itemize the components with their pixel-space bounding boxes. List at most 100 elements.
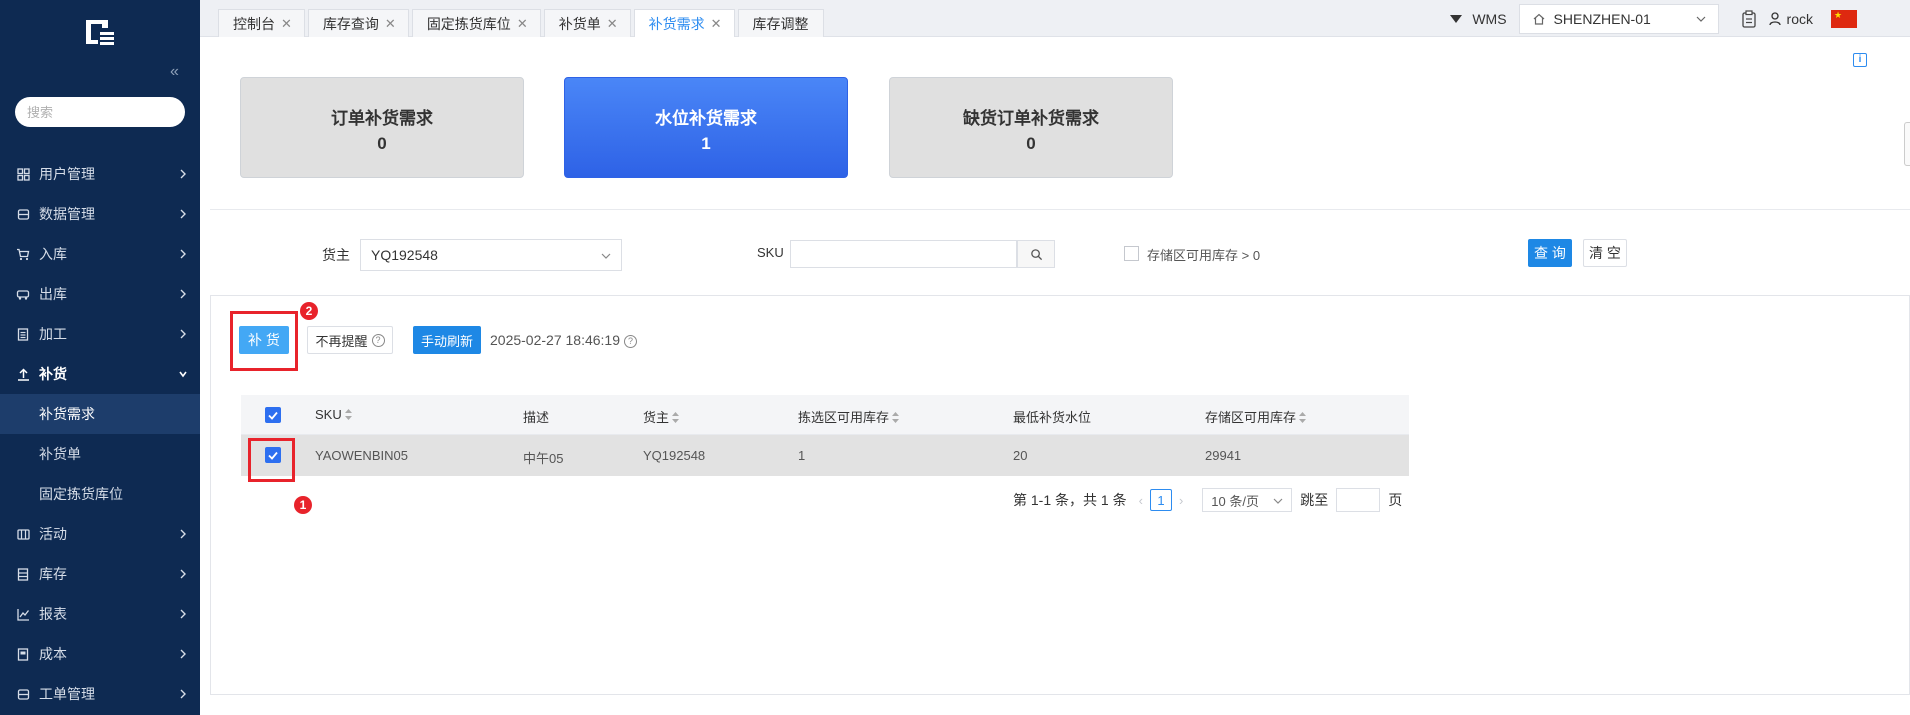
- header-label: 拣选区可用库存: [798, 410, 890, 425]
- no-remind-button[interactable]: 不再提醒?: [307, 326, 393, 354]
- sidebar-item-label: 出库: [39, 286, 67, 302]
- sidebar-item-label: 用户管理: [39, 166, 95, 182]
- close-icon[interactable]: ✕: [711, 16, 722, 32]
- sidebar-item-workorder[interactable]: 工单管理: [0, 674, 200, 714]
- query-button[interactable]: 查 询: [1528, 239, 1572, 267]
- chevron-down-icon: [1273, 498, 1283, 504]
- truck-icon: [15, 286, 31, 302]
- column-header-sku[interactable]: SKU: [315, 407, 352, 422]
- tab-inventory-adjust[interactable]: 库存调整: [737, 9, 824, 37]
- china-flag-icon[interactable]: ★: [1831, 9, 1857, 28]
- sidebar-search-input[interactable]: [27, 104, 203, 120]
- close-icon[interactable]: ✕: [281, 16, 292, 32]
- sidebar-item-user-management[interactable]: 用户管理: [0, 154, 200, 194]
- sort-icon: [344, 409, 352, 420]
- card-value: 0: [377, 134, 387, 153]
- owner-select[interactable]: YQ192548: [360, 239, 622, 271]
- user-menu[interactable]: rock: [1768, 10, 1813, 27]
- sort-icon: [672, 412, 680, 423]
- card-title: 水位补货需求: [655, 109, 757, 128]
- close-icon[interactable]: ✕: [517, 16, 528, 32]
- replenish-table: SKU 描述 货主 拣选区可用库存 最低补货水位 存储区可用库存 YAOWENB…: [241, 395, 1409, 476]
- storage-stock-filter-label: 存储区可用库存 > 0: [1147, 248, 1261, 263]
- sku-label: SKU: [757, 245, 784, 260]
- system-switcher[interactable]: WMS: [1450, 10, 1507, 27]
- sidebar-subitem-fixed-pick-location[interactable]: 固定拣货库位: [0, 474, 200, 514]
- sidebar-item-data-management[interactable]: 数据管理: [0, 194, 200, 234]
- sidebar-item-label: 补货: [39, 366, 67, 382]
- sidebar-item-activity[interactable]: 活动: [0, 514, 200, 554]
- chevron-right-icon: [180, 289, 186, 299]
- tab-replenish-demand[interactable]: 补货需求 ✕: [633, 9, 735, 37]
- help-icon: ?: [371, 333, 385, 347]
- page-number-current[interactable]: 1: [1149, 489, 1172, 511]
- storage-stock-checkbox[interactable]: [1124, 246, 1139, 261]
- column-header-min-level: 最低补货水位: [1013, 410, 1092, 425]
- sidebar-menu: 用户管理 数据管理 入库 出库 加工 补货 补货需求 补货单 固定拣货库位 活动…: [0, 154, 200, 714]
- column-header-desc: 描述: [523, 410, 550, 425]
- chevron-down-icon: [1696, 16, 1705, 22]
- sidebar-item-inbound[interactable]: 入库: [0, 234, 200, 274]
- tab-inventory-query[interactable]: 库存查询 ✕: [307, 9, 409, 37]
- clipboard-icon[interactable]: [1741, 9, 1757, 28]
- sidebar-item-label: 工单管理: [39, 686, 95, 702]
- next-page-icon[interactable]: ›: [1179, 493, 1183, 508]
- prev-page-icon[interactable]: ‹: [1139, 493, 1143, 508]
- sidebar-item-label: 加工: [39, 326, 67, 342]
- tab-label: 补货单: [558, 15, 601, 32]
- sidebar-item-outbound[interactable]: 出库: [0, 274, 200, 314]
- cell-storage-stock: 29941: [1205, 448, 1242, 463]
- no-remind-label: 不再提醒: [315, 333, 368, 349]
- chevron-right-icon: [180, 689, 186, 699]
- tab-fixed-pick-location[interactable]: 固定拣货库位 ✕: [411, 9, 541, 37]
- sidebar-item-replenishment[interactable]: 补货: [0, 354, 200, 394]
- collapse-sidebar-icon[interactable]: «: [170, 63, 179, 81]
- sidebar-item-inventory[interactable]: 库存: [0, 554, 200, 594]
- tab-console[interactable]: 控制台 ✕: [218, 9, 305, 37]
- sidebar-item-cost[interactable]: 成本: [0, 634, 200, 674]
- jump-page-input[interactable]: [1336, 488, 1381, 512]
- cart-icon: [15, 246, 31, 262]
- sidebar-subitem-replenish-order[interactable]: 补货单: [0, 434, 200, 474]
- step-badge-2: 2: [300, 302, 318, 320]
- clear-button[interactable]: 清 空: [1583, 239, 1627, 267]
- sidebar-subitem-replenish-demand[interactable]: 补货需求: [0, 394, 200, 434]
- user-name: rock: [1786, 10, 1813, 27]
- close-icon[interactable]: ✕: [385, 16, 396, 32]
- warehouse-select[interactable]: SHENZHEN-01: [1518, 3, 1719, 34]
- step-badge-1: 1: [294, 496, 312, 514]
- column-header-pick-stock[interactable]: 拣选区可用库存: [798, 407, 900, 426]
- chevron-right-icon: [180, 569, 186, 579]
- chevron-down-icon: [601, 253, 611, 259]
- card-order-replenish[interactable]: 订单补货需求 0: [240, 77, 524, 178]
- side-drawer-handle[interactable]: [1904, 122, 1910, 166]
- info-icon[interactable]: i: [1853, 53, 1867, 67]
- check-icon: [268, 411, 278, 420]
- system-label: WMS: [1472, 10, 1507, 27]
- sidebar-item-processing[interactable]: 加工: [0, 314, 200, 354]
- column-header-owner[interactable]: 货主: [643, 407, 680, 426]
- table-row[interactable]: YAOWENBIN05 中午05 YQ192548 1 20 29941: [241, 435, 1409, 476]
- database-icon: [15, 206, 31, 222]
- tab-replenish-order[interactable]: 补货单 ✕: [543, 9, 631, 37]
- column-header-storage-stock[interactable]: 存储区可用库存: [1205, 407, 1307, 426]
- card-waterlevel-replenish[interactable]: 水位补货需求 1: [564, 77, 848, 178]
- sku-search-button[interactable]: [1017, 240, 1055, 268]
- caret-down-icon: [1450, 14, 1463, 23]
- card-stockout-replenish[interactable]: 缺货订单补货需求 0: [889, 77, 1173, 178]
- sidebar-search[interactable]: [15, 97, 203, 127]
- highlight-box-replenish: [230, 311, 298, 371]
- top-right-tools: WMS SHENZHEN-01 rock ★: [1450, 0, 1910, 37]
- table-header: SKU 描述 货主 拣选区可用库存 最低补货水位 存储区可用库存: [241, 395, 1409, 435]
- sku-input[interactable]: [790, 240, 1017, 268]
- manual-refresh-button[interactable]: 手动刷新: [413, 326, 481, 354]
- select-all-checkbox[interactable]: [265, 407, 281, 423]
- page-size-value: 10 条/页: [1211, 493, 1259, 509]
- page-size-select[interactable]: 10 条/页: [1202, 488, 1293, 512]
- close-icon[interactable]: ✕: [607, 16, 618, 32]
- pagination-summary: 第 1-1 条，共 1 条: [1013, 492, 1127, 508]
- card-value: 0: [1026, 134, 1036, 153]
- top-bar: 控制台 ✕ 库存查询 ✕ 固定拣货库位 ✕ 补货单 ✕ 补货需求 ✕ 库存调整 WMS S…: [200, 0, 1910, 37]
- sidebar-item-reports[interactable]: 报表: [0, 594, 200, 634]
- sidebar: « 用户管理 数据管理 入库 出库 加工: [0, 0, 203, 715]
